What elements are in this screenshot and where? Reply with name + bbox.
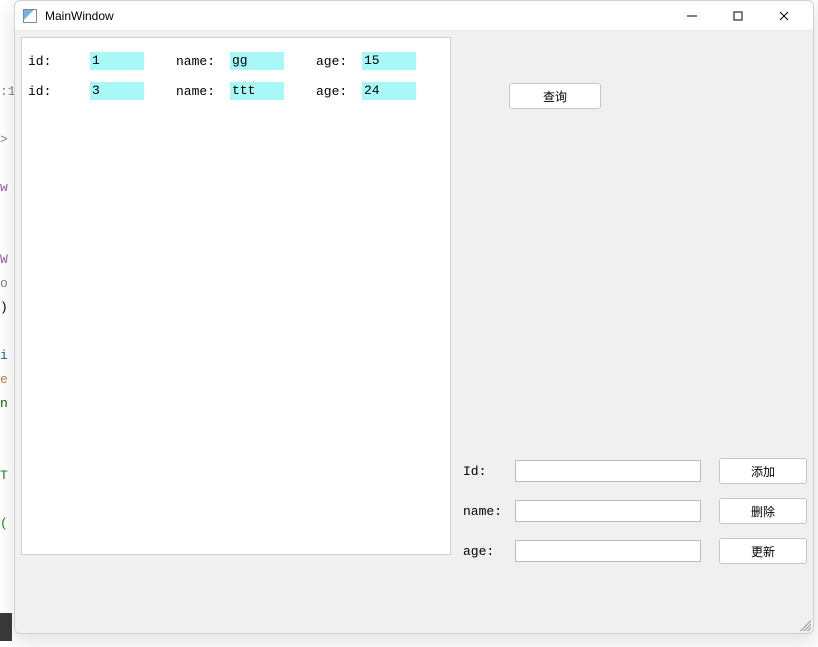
gutter-line xyxy=(0,440,15,464)
name-col-value: gg xyxy=(230,52,284,70)
delete-button[interactable]: 删除 xyxy=(719,498,807,524)
window-title: MainWindow xyxy=(45,9,114,23)
close-button[interactable] xyxy=(761,1,807,31)
gutter-line: ( xyxy=(0,512,15,536)
id-col-label: id: xyxy=(28,84,90,99)
form-row-name: name: 删除 xyxy=(463,491,811,531)
gutter-line xyxy=(0,488,15,512)
age-label: age: xyxy=(463,544,515,559)
gutter-line: ) xyxy=(0,296,15,320)
id-col-value: 1 xyxy=(90,52,144,70)
gutter-line: o xyxy=(0,272,15,296)
record-row[interactable]: id:1 name:gg age:15 xyxy=(22,46,451,76)
maximize-button[interactable] xyxy=(715,1,761,31)
name-col-label: name: xyxy=(176,84,230,99)
close-icon xyxy=(779,11,789,21)
gutter-line: w xyxy=(0,176,15,200)
update-button[interactable]: 更新 xyxy=(719,538,807,564)
gutter-line: n xyxy=(0,392,15,416)
gutter-line: W xyxy=(0,248,15,272)
main-window: MainWindow id:1name:ggage:15id:3name:ttt… xyxy=(14,0,814,634)
gutter-line: i xyxy=(0,344,15,368)
app-icon xyxy=(23,9,37,23)
gutter-line: e xyxy=(0,368,15,392)
name-col-value: ttt xyxy=(230,82,284,100)
gutter-line xyxy=(0,200,15,224)
age-col-label: age: xyxy=(316,54,362,69)
gutter-line xyxy=(0,320,15,344)
record-list-inner: id:1 name:gg age:15 id:3 name:ttt age:24 xyxy=(22,38,451,106)
gutter-line xyxy=(0,224,15,248)
id-label: Id: xyxy=(463,464,515,479)
titlebar: MainWindow xyxy=(15,1,813,31)
minimize-icon xyxy=(687,11,697,21)
id-input[interactable] xyxy=(515,460,701,482)
id-col-label: id: xyxy=(28,54,90,69)
gutter-line xyxy=(0,152,15,176)
record-list[interactable]: id:1 name:gg age:15 id:3 name:ttt age:24 xyxy=(21,37,451,555)
editor-dark-strip xyxy=(0,613,12,641)
form-row-id: Id: 添加 xyxy=(463,451,811,491)
client-area: id:1name:ggage:15id:3name:tttage:24 查询 I… xyxy=(15,31,813,633)
query-button[interactable]: 查询 xyxy=(509,83,601,109)
age-input[interactable] xyxy=(515,540,701,562)
edit-form: Id: 添加 name: 删除 age: 更新 xyxy=(463,451,811,571)
gutter-line: :1 xyxy=(0,80,15,104)
editor-peek: :1 > w Wo) ien T ( xyxy=(0,0,15,647)
id-col-value: 3 xyxy=(90,82,144,100)
resize-grip[interactable] xyxy=(797,617,811,631)
record-row[interactable]: id:3 name:ttt age:24 xyxy=(22,76,451,106)
age-col-value: 15 xyxy=(362,52,416,70)
gutter-line xyxy=(0,104,15,128)
gutter-line: T xyxy=(0,464,15,488)
form-row-age: age: 更新 xyxy=(463,531,811,571)
maximize-icon xyxy=(733,11,743,21)
name-label: name: xyxy=(463,504,515,519)
name-col-label: name: xyxy=(176,54,230,69)
age-col-label: age: xyxy=(316,84,362,99)
minimize-button[interactable] xyxy=(669,1,715,31)
age-col-value: 24 xyxy=(362,82,416,100)
name-input[interactable] xyxy=(515,500,701,522)
add-button[interactable]: 添加 xyxy=(719,458,807,484)
gutter-line: > xyxy=(0,128,15,152)
gutter-line xyxy=(0,416,15,440)
